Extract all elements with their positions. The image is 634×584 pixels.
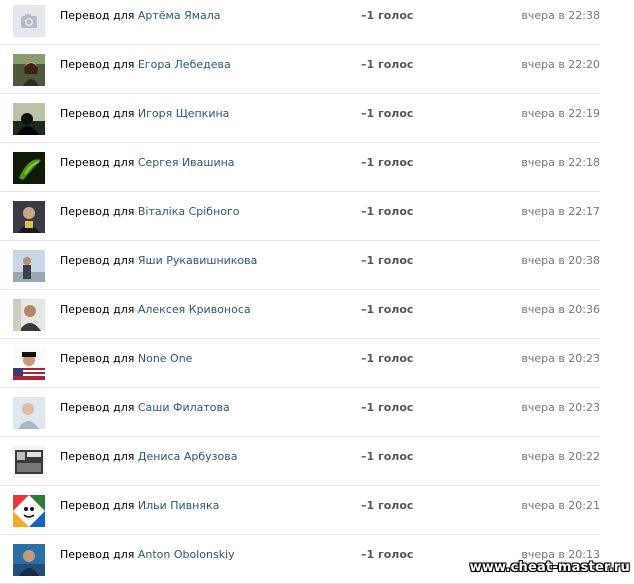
user-link[interactable]: Яши Рукавишникова bbox=[138, 254, 258, 267]
transfer-description: Перевод для Дениса Арбузова bbox=[60, 450, 237, 463]
user-link[interactable]: Саши Филатова bbox=[138, 401, 230, 414]
avatar[interactable] bbox=[13, 348, 45, 380]
list-item: Перевод для None One –1 голос вчера в 20:2… bbox=[0, 339, 600, 388]
transfer-prefix: Перевод для bbox=[60, 58, 135, 71]
list-item: Перевод для Егора Лебедева –1 голос вчера … bbox=[0, 45, 600, 94]
timestamp: вчера в 22:38 bbox=[521, 9, 600, 22]
timestamp: вчера в 22:19 bbox=[521, 107, 600, 120]
transfer-description: Перевод для Яши Рукавишникова bbox=[60, 254, 257, 267]
transfer-description: Перевод для Игоря Щепкина bbox=[60, 107, 229, 120]
list-item: Перевод для Игоря Щепкина –1 голос вчера в… bbox=[0, 94, 600, 143]
list-item: Перевод для Алексея Кривоноса –1 голос вче… bbox=[0, 290, 600, 339]
vote-count: –1 голос bbox=[361, 254, 414, 267]
avatar[interactable] bbox=[13, 54, 45, 86]
timestamp: вчера в 20:21 bbox=[521, 499, 600, 512]
user-link[interactable]: Артёма Ямала bbox=[138, 9, 221, 22]
transfer-prefix: Перевод для bbox=[60, 499, 135, 512]
avatar[interactable] bbox=[13, 495, 45, 527]
user-link[interactable]: Ильи Пивняка bbox=[138, 499, 220, 512]
list-item: Перевод для Віталіка Срібного –1 голос вче… bbox=[0, 192, 600, 241]
vote-count: –1 голос bbox=[361, 156, 414, 169]
transfer-description: Перевод для None One bbox=[60, 352, 192, 365]
user-link[interactable]: Anton Obolonskiy bbox=[138, 548, 235, 561]
timestamp: вчера в 20:22 bbox=[521, 450, 600, 463]
transfer-prefix: Перевод для bbox=[60, 450, 135, 463]
transfer-prefix: Перевод для bbox=[60, 107, 135, 120]
timestamp: вчера в 20:38 bbox=[521, 254, 600, 267]
avatar[interactable] bbox=[13, 299, 45, 331]
vote-count: –1 голос bbox=[361, 107, 414, 120]
vote-count: –1 голос bbox=[361, 499, 414, 512]
transfer-description: Перевод для Алексея Кривоноса bbox=[60, 303, 251, 316]
user-link[interactable]: Егора Лебедева bbox=[138, 58, 231, 71]
transfer-description: Перевод для Сергея Ивашина bbox=[60, 156, 235, 169]
avatar[interactable] bbox=[13, 201, 45, 233]
timestamp: вчера в 22:20 bbox=[521, 58, 600, 71]
vote-count: –1 голос bbox=[361, 205, 414, 218]
list-item: Перевод для Артёма Ямала –1 голос вчера в … bbox=[0, 0, 600, 45]
vote-count: –1 голос bbox=[361, 9, 414, 22]
user-link[interactable]: Дениса Арбузова bbox=[138, 450, 238, 463]
vote-count: –1 голос bbox=[361, 58, 414, 71]
transfer-description: Перевод для Артёма Ямала bbox=[60, 9, 221, 22]
transfer-prefix: Перевод для bbox=[60, 156, 135, 169]
user-link[interactable]: Алексея Кривоноса bbox=[138, 303, 251, 316]
transfer-prefix: Перевод для bbox=[60, 303, 135, 316]
user-link[interactable]: None One bbox=[138, 352, 193, 365]
camera-placeholder-icon[interactable] bbox=[13, 5, 45, 37]
list-item: Перевод для Дениса Арбузова –1 голос вчера… bbox=[0, 437, 600, 486]
user-link[interactable]: Віталіка Срібного bbox=[138, 205, 240, 218]
vote-count: –1 голос bbox=[361, 450, 414, 463]
timestamp: вчера в 20:23 bbox=[521, 401, 600, 414]
vote-count: –1 голос bbox=[361, 303, 414, 316]
watermark: www.cheat-master.ru bbox=[469, 560, 630, 575]
transfer-prefix: Перевод для bbox=[60, 548, 135, 561]
avatar[interactable] bbox=[13, 152, 45, 184]
transfer-prefix: Перевод для bbox=[60, 205, 135, 218]
timestamp: вчера в 22:17 bbox=[521, 205, 600, 218]
transfer-description: Перевод для Ильи Пивняка bbox=[60, 499, 219, 512]
timestamp: вчера в 22:18 bbox=[521, 156, 600, 169]
list-item: Перевод для Сергея Ивашина –1 голос вчера … bbox=[0, 143, 600, 192]
transfer-description: Перевод для Егора Лебедева bbox=[60, 58, 231, 71]
list-item: Перевод для Ильи Пивняка –1 голос вчера в … bbox=[0, 486, 600, 535]
vote-count: –1 голос bbox=[361, 352, 414, 365]
avatar[interactable] bbox=[13, 397, 45, 429]
list-item: Перевод для Саши Филатова –1 голос вчера в… bbox=[0, 388, 600, 437]
transfer-prefix: Перевод для bbox=[60, 9, 135, 22]
vote-count: –1 голос bbox=[361, 548, 414, 561]
user-link[interactable]: Сергея Ивашина bbox=[138, 156, 235, 169]
avatar[interactable] bbox=[13, 103, 45, 135]
vote-count: –1 голос bbox=[361, 401, 414, 414]
avatar[interactable] bbox=[13, 446, 45, 478]
transfer-prefix: Перевод для bbox=[60, 352, 135, 365]
transfer-description: Перевод для Віталіка Срібного bbox=[60, 205, 240, 218]
transfer-description: Перевод для Anton Obolonskiy bbox=[60, 548, 235, 561]
user-link[interactable]: Игоря Щепкина bbox=[138, 107, 230, 120]
transfer-description: Перевод для Саши Филатова bbox=[60, 401, 230, 414]
avatar[interactable] bbox=[13, 250, 45, 282]
transfer-prefix: Перевод для bbox=[60, 254, 135, 267]
timestamp: вчера в 20:23 bbox=[521, 352, 600, 365]
transfer-prefix: Перевод для bbox=[60, 401, 135, 414]
timestamp: вчера в 20:36 bbox=[521, 303, 600, 316]
avatar[interactable] bbox=[13, 544, 45, 576]
list-item: Перевод для Яши Рукавишникова –1 голос вче… bbox=[0, 241, 600, 290]
